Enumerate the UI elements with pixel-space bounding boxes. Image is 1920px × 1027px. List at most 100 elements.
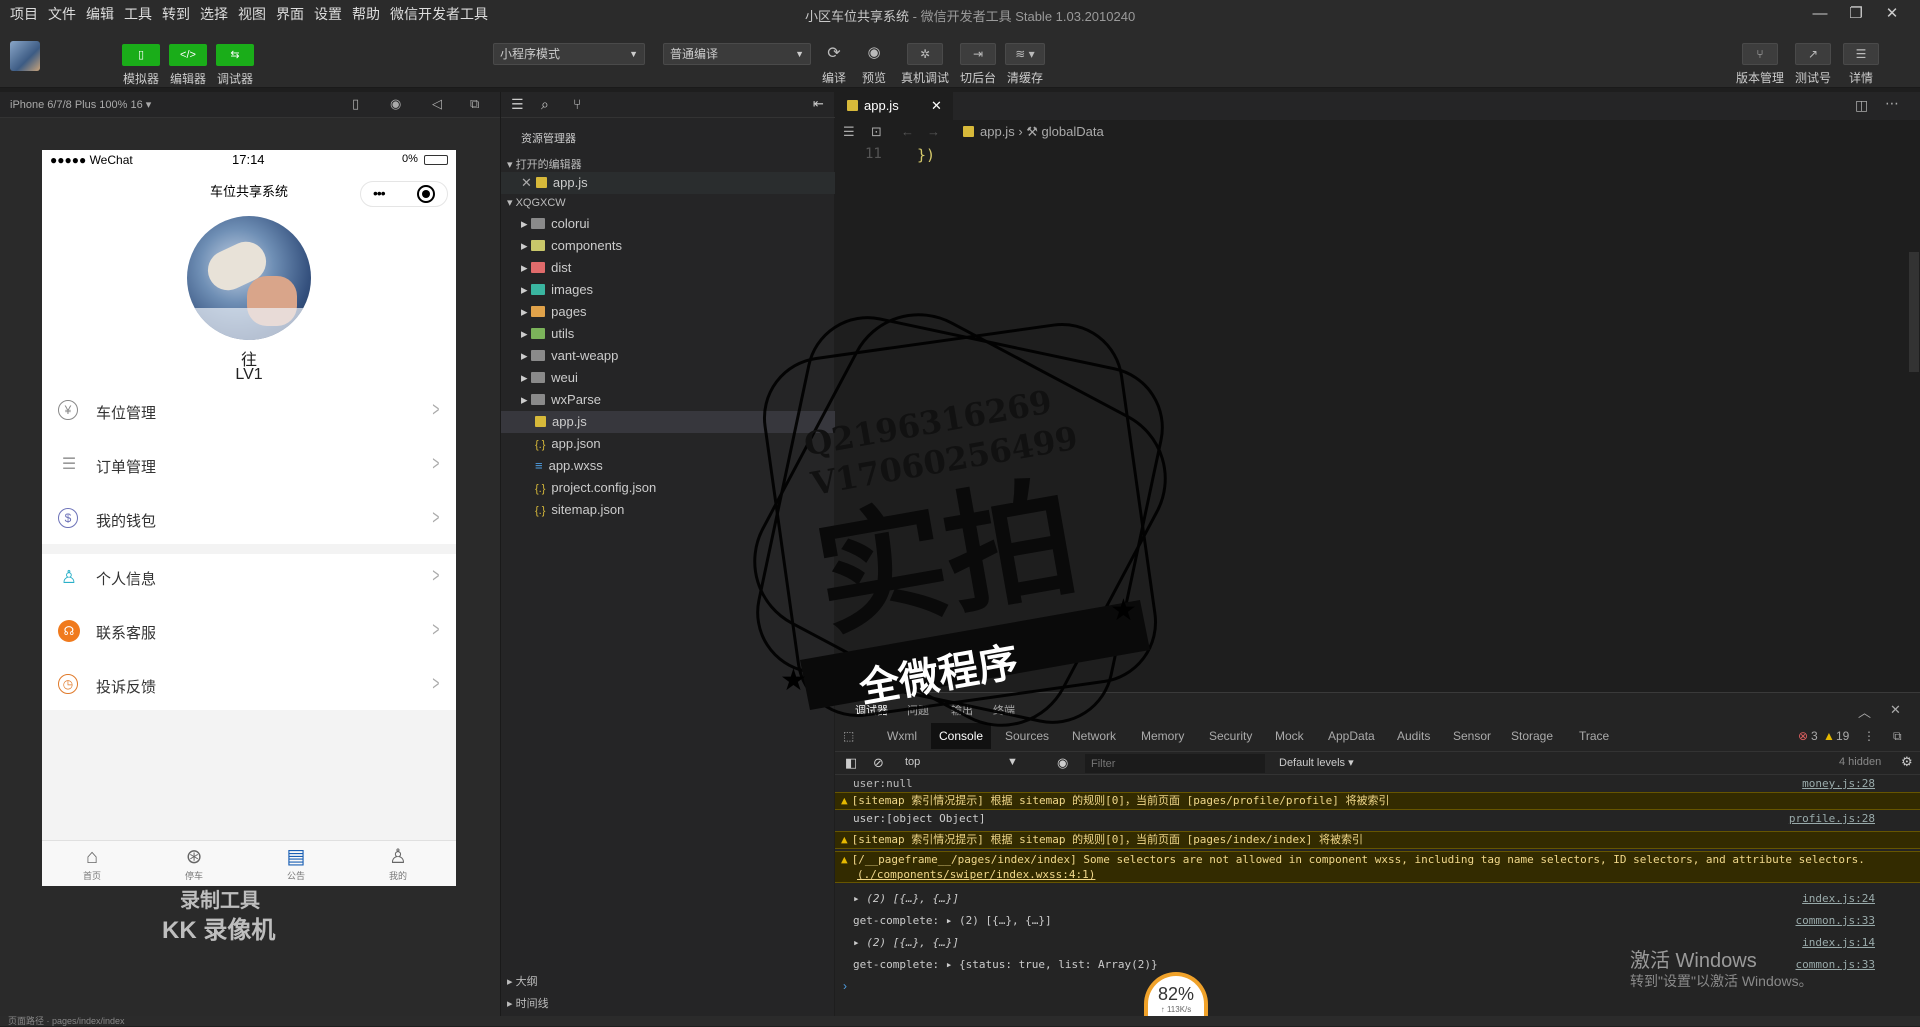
- forward-icon[interactable]: →: [927, 120, 940, 144]
- mode-select[interactable]: 小程序模式 ▼: [493, 43, 645, 65]
- tab-mine[interactable]: ♙ 我的: [368, 845, 428, 882]
- compile-mode-select[interactable]: 普通编译 ▼: [663, 43, 811, 65]
- console-line[interactable]: ▸ (2) [{…}, {…}] index.js:24: [835, 891, 1920, 909]
- menu-file[interactable]: 文件: [48, 4, 76, 24]
- menu-parking-management[interactable]: ¥ 车位管理 >: [42, 388, 456, 436]
- volume-icon[interactable]: ◁: [432, 96, 442, 112]
- undock-icon[interactable]: ⧉: [1893, 723, 1902, 749]
- tab-notice[interactable]: ▤ 公告: [266, 845, 326, 882]
- background-button[interactable]: ⇥ 切后台: [956, 43, 1000, 86]
- record-icon[interactable]: ◉: [390, 96, 401, 112]
- console-line[interactable]: get-complete: ▸ (2) [{…}, {…}] common.js:…: [835, 913, 1920, 931]
- panel-sensor[interactable]: Sensor: [1453, 723, 1491, 749]
- phone-size-icon[interactable]: ▯: [352, 96, 359, 112]
- editor-tab-app-js[interactable]: app.js ✕: [835, 92, 953, 120]
- warning-count[interactable]: 19: [1836, 723, 1849, 749]
- collapse-panel-icon[interactable]: ⇤: [813, 96, 824, 112]
- editor-toggle[interactable]: </> 编辑器: [167, 44, 209, 87]
- menu-interface[interactable]: 界面: [276, 4, 304, 24]
- tab-home[interactable]: ⌂ 首页: [62, 845, 122, 882]
- simulator-toggle[interactable]: ▯ 模拟器: [120, 44, 162, 87]
- close-mp-icon[interactable]: [417, 185, 435, 203]
- more-actions-icon[interactable]: ⋯: [1885, 95, 1899, 112]
- settings-gear-icon[interactable]: ⚙: [1901, 754, 1913, 770]
- restore-button[interactable]: ❐: [1838, 2, 1874, 26]
- capsule-button[interactable]: •••: [360, 181, 448, 207]
- console-line[interactable]: user:null money.js:28: [835, 777, 1920, 791]
- menu-wallet[interactable]: $ 我的钱包 >: [42, 496, 456, 544]
- menu-help[interactable]: 帮助: [352, 4, 380, 24]
- expand-icon[interactable]: ︿: [1858, 702, 1871, 721]
- real-device-debug-button[interactable]: ✲ 真机调试: [896, 43, 954, 86]
- avatar[interactable]: [187, 216, 311, 340]
- more-icon[interactable]: •••: [373, 185, 386, 201]
- git-icon[interactable]: ⑂: [573, 96, 581, 112]
- menu-view[interactable]: 视图: [238, 4, 266, 24]
- search-icon[interactable]: ⌕: [541, 96, 549, 113]
- menu-order-management[interactable]: ☰ 订单管理 >: [42, 442, 456, 490]
- menu-goto[interactable]: 转到: [162, 4, 190, 24]
- panel-appdata[interactable]: AppData: [1328, 723, 1375, 749]
- close-window-button[interactable]: ✕: [1874, 2, 1910, 26]
- device-select[interactable]: iPhone 6/7/8 Plus 100% 16 ▾: [10, 98, 151, 111]
- folder-item[interactable]: ▸ images: [501, 279, 835, 301]
- error-count[interactable]: 3: [1811, 723, 1818, 749]
- outline-section[interactable]: ▸ 大纲: [501, 971, 835, 993]
- version-control-button[interactable]: ⑂ 版本管理: [1734, 43, 1786, 86]
- console-line[interactable]: user:[object Object] profile.js:28: [835, 811, 1920, 829]
- eye-icon[interactable]: ◉: [1057, 755, 1068, 771]
- open-editor-item[interactable]: ✕ app.js: [501, 172, 835, 194]
- folder-item[interactable]: ▸ dist: [501, 257, 835, 279]
- menu-project[interactable]: 项目: [10, 4, 38, 24]
- tab-parking[interactable]: ⊛ 停车: [164, 845, 224, 882]
- menu-select[interactable]: 选择: [200, 4, 228, 24]
- window-icon[interactable]: ⧉: [470, 96, 479, 112]
- project-section[interactable]: ▾ XQGXCW: [501, 192, 835, 214]
- minimize-button[interactable]: —: [1802, 2, 1838, 26]
- close-panel-icon[interactable]: ✕: [1890, 702, 1901, 718]
- console-filter-input[interactable]: [1085, 754, 1265, 773]
- list-icon[interactable]: ☰: [511, 96, 524, 113]
- panel-audits[interactable]: Audits: [1397, 723, 1430, 749]
- console-warning[interactable]: ▲ [/__pageframe__/pages/index/index] Some…: [835, 851, 1920, 883]
- close-icon[interactable]: ✕: [521, 175, 532, 190]
- compile-button[interactable]: ⟳ 编译: [814, 43, 854, 86]
- split-editor-icon[interactable]: ◫: [1855, 97, 1868, 114]
- menu-complaint-feedback[interactable]: ◷ 投诉反馈 >: [42, 662, 456, 710]
- menu-wechat-devtools[interactable]: 微信开发者工具: [390, 4, 488, 24]
- console-line[interactable]: ▸ (2) [{…}, {…}] index.js:14: [835, 935, 1920, 953]
- menu-personal-info[interactable]: ♙ 个人信息 >: [42, 554, 456, 602]
- clear-console-icon[interactable]: ⊘: [873, 755, 884, 771]
- kebab-icon[interactable]: ⋮: [1863, 723, 1875, 749]
- list-icon[interactable]: ☰: [843, 120, 855, 144]
- bookmark-icon[interactable]: ⊡: [871, 120, 882, 144]
- sidebar-icon[interactable]: ◧: [845, 755, 857, 771]
- console-warning[interactable]: ▲ [sitemap 索引情况提示] 根据 sitemap 的规则[0]，当前页面…: [835, 792, 1920, 810]
- levels-select[interactable]: Default levels ▾: [1279, 756, 1354, 769]
- debugger-toggle[interactable]: ⇆ 调试器: [214, 44, 256, 87]
- project-avatar[interactable]: [10, 41, 40, 71]
- close-tab-icon[interactable]: ✕: [931, 92, 942, 120]
- folder-item[interactable]: ▸ colorui: [501, 213, 835, 235]
- breadcrumb-file[interactable]: app.js: [980, 124, 1015, 139]
- folder-item[interactable]: ▸ components: [501, 235, 835, 257]
- panel-trace[interactable]: Trace: [1579, 723, 1609, 749]
- timeline-section[interactable]: ▸ 时间线: [501, 993, 835, 1015]
- menu-edit[interactable]: 编辑: [86, 4, 114, 24]
- editor-scrollbar[interactable]: [1909, 252, 1919, 372]
- breadcrumb-symbol[interactable]: globalData: [1042, 124, 1104, 139]
- panel-mock[interactable]: Mock: [1275, 723, 1304, 749]
- panel-storage[interactable]: Storage: [1511, 723, 1553, 749]
- console-prompt[interactable]: ›: [843, 979, 847, 993]
- panel-security[interactable]: Security: [1209, 723, 1252, 749]
- preview-button[interactable]: ◉ 预览: [854, 43, 894, 86]
- menu-customer-service[interactable]: ☊ 联系客服 >: [42, 608, 456, 656]
- console-warning[interactable]: ▲ [sitemap 索引情况提示] 根据 sitemap 的规则[0]，当前页面…: [835, 831, 1920, 849]
- test-account-button[interactable]: ↗ 测试号: [1790, 43, 1836, 86]
- code-line[interactable]: }): [917, 146, 935, 164]
- menu-tools[interactable]: 工具: [124, 4, 152, 24]
- context-select[interactable]: top ▼: [905, 756, 1055, 768]
- details-button[interactable]: ☰ 详情: [1840, 43, 1882, 86]
- clear-cache-button[interactable]: ≋ ▾ 清缓存: [1003, 43, 1047, 86]
- menu-settings[interactable]: 设置: [314, 4, 342, 24]
